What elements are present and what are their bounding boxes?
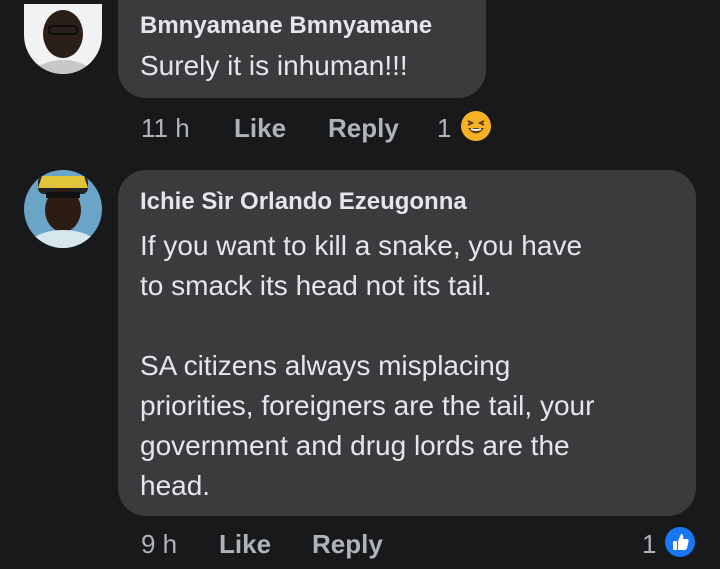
comment-time[interactable]: 11 h [141, 113, 190, 144]
avatar[interactable] [24, 170, 102, 248]
avatar-photo [24, 4, 102, 74]
reaction-count[interactable]: 1 [437, 113, 451, 144]
comment-actions: 9 h Like Reply [0, 529, 720, 565]
comment-bubble: Ichie Sìr Orlando Ezeugonna If you want … [118, 170, 696, 516]
comment-item: Ichie Sìr Orlando Ezeugonna If you want … [0, 164, 720, 569]
avatar-photo [24, 170, 102, 248]
avatar[interactable] [24, 4, 102, 74]
comment-author[interactable]: Ichie Sìr Orlando Ezeugonna [140, 188, 467, 216]
reaction-count[interactable]: 1 [642, 529, 656, 560]
comment-item: Bmnyamane Bmnyamane Surely it is inhuman… [0, 0, 720, 160]
comment-text: Surely it is inhuman!!! [140, 50, 408, 81]
like-button[interactable]: Like [219, 529, 271, 560]
comment-time[interactable]: 9 h [141, 529, 177, 560]
reply-button[interactable]: Reply [312, 529, 383, 560]
reply-button[interactable]: Reply [328, 113, 399, 144]
comment-author[interactable]: Bmnyamane Bmnyamane [140, 12, 432, 40]
comment-text: If you want to kill a snake, you have to… [140, 230, 595, 501]
comment-actions: 11 h Like Reply [0, 113, 720, 149]
like-thumb-icon [665, 527, 695, 557]
comment-bubble: Bmnyamane Bmnyamane Surely it is inhuman… [118, 0, 486, 98]
haha-emoji-icon [461, 111, 491, 141]
like-button[interactable]: Like [234, 113, 286, 144]
